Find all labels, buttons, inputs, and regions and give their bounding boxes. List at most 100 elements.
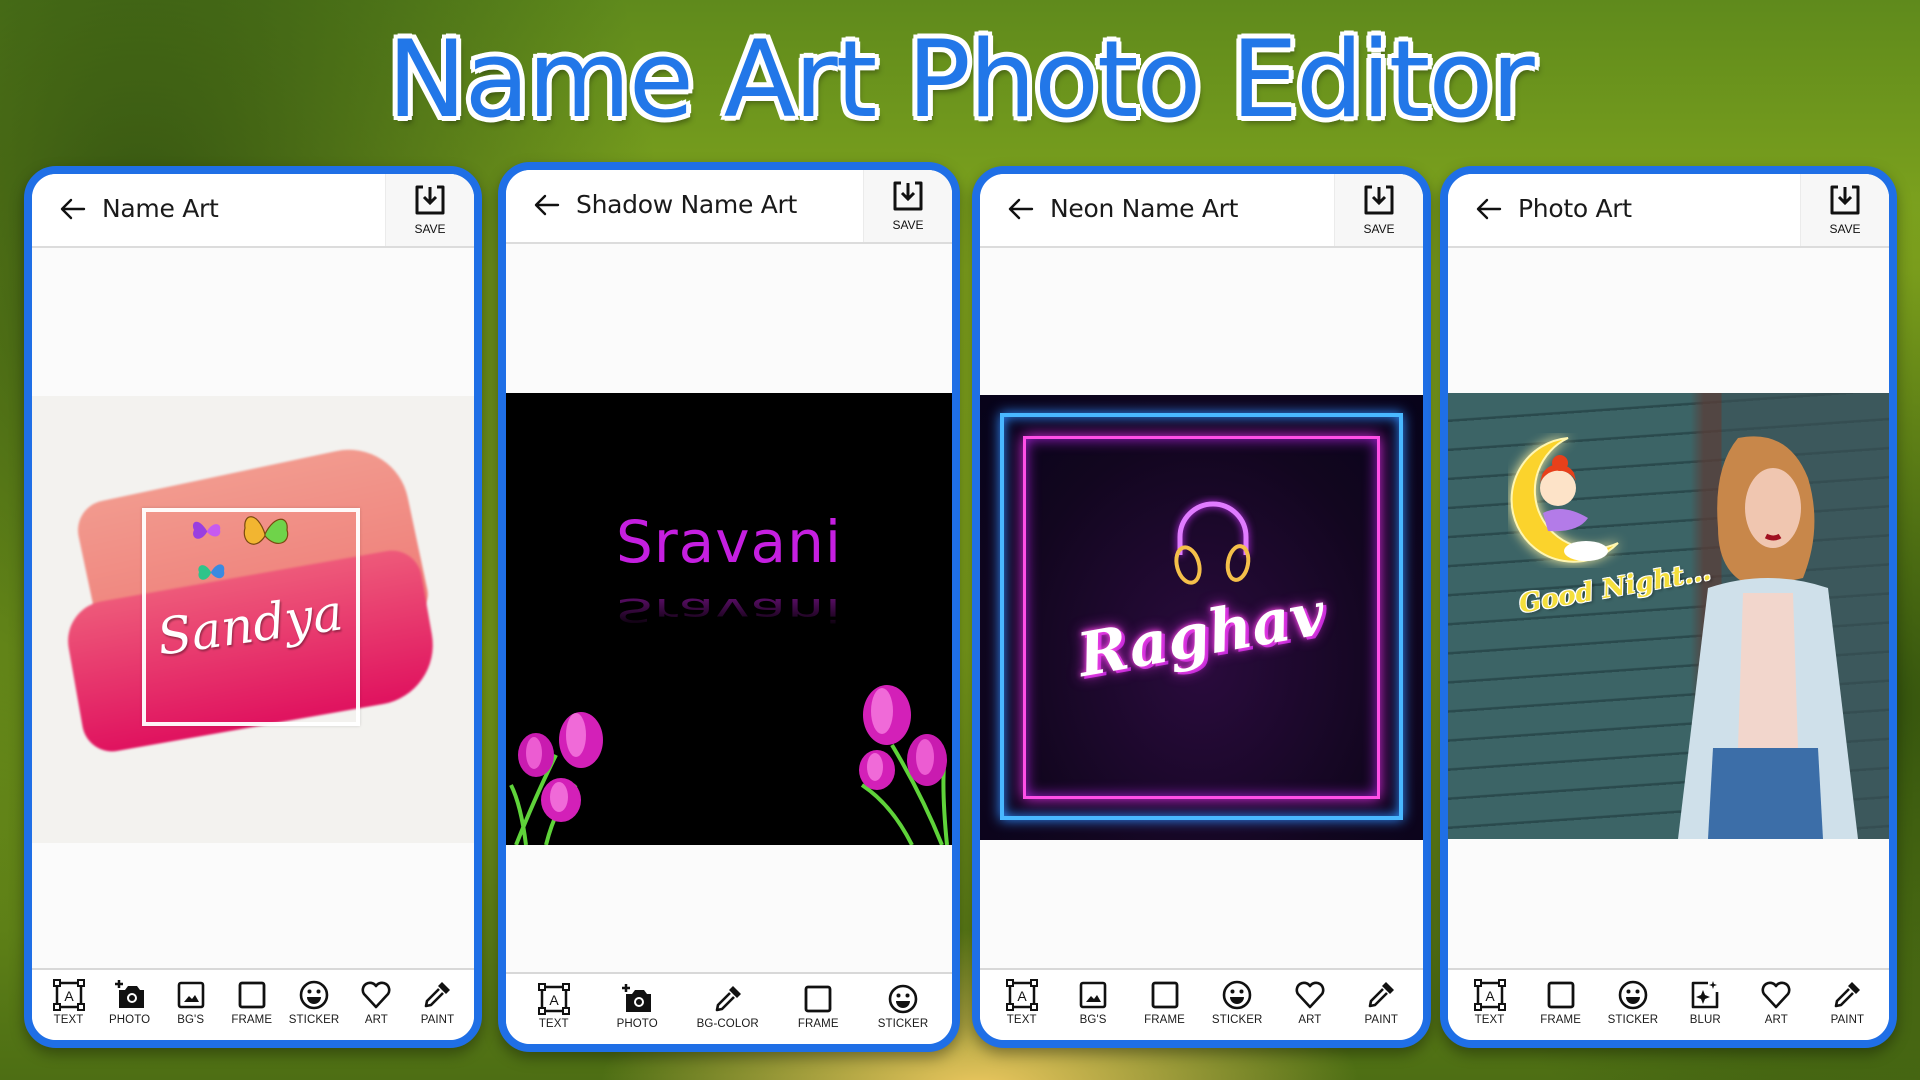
tool-label: STICKER — [877, 1018, 929, 1030]
smiley-icon — [1222, 980, 1252, 1010]
tool-label: PAINT — [1830, 1014, 1865, 1026]
screen-title: Name Art — [102, 194, 219, 223]
svg-text:A: A — [1485, 988, 1495, 1004]
tool-label: TEXT — [538, 1018, 569, 1030]
smiley-icon — [299, 980, 329, 1010]
svg-text:A: A — [1017, 988, 1027, 1004]
butterfly-icon — [192, 521, 221, 539]
screen-title: Shadow Name Art — [576, 190, 797, 219]
moon-sticker[interactable] — [1508, 433, 1628, 568]
banner-title: Name Art Photo Editor — [387, 18, 1535, 141]
download-icon — [1364, 185, 1394, 215]
tool-paint[interactable]: PAINT — [1823, 970, 1871, 1026]
tool-bgs[interactable]: BG'S — [1069, 970, 1117, 1026]
tool-label: STICKER — [288, 1014, 340, 1026]
tool-photo[interactable]: PHOTO — [106, 970, 154, 1026]
tool-art[interactable]: ART — [1752, 970, 1800, 1026]
bottom-toolbar: A TEXT PHOTO BG'S FRAME STICKER ART PAINT — [32, 968, 474, 1040]
editor-canvas[interactable]: Sravani Sravani — [506, 244, 952, 972]
tool-label: ART — [1298, 1014, 1322, 1026]
photo-art-image[interactable]: Good Night... — [1448, 393, 1889, 839]
eyedropper-icon — [1835, 982, 1861, 1008]
tool-bg-color[interactable]: BG-COLOR — [697, 974, 759, 1030]
tool-sticker[interactable]: STICKER — [1608, 970, 1659, 1026]
tool-frame[interactable]: FRAME — [228, 970, 276, 1026]
frame-icon — [804, 985, 832, 1013]
editor-canvas[interactable]: Raghav — [980, 248, 1423, 968]
art-name-text[interactable]: Sravani — [506, 508, 952, 576]
heart-icon — [1295, 981, 1325, 1009]
butterfly-icon — [243, 516, 289, 545]
tool-label: FRAME — [1144, 1014, 1185, 1026]
back-arrow-icon[interactable] — [1474, 194, 1504, 224]
image-icon — [177, 981, 204, 1009]
svg-text:A: A — [64, 988, 74, 1004]
tool-bgs[interactable]: BG'S — [167, 970, 215, 1026]
tool-sticker[interactable]: STICKER — [289, 970, 340, 1026]
butterfly-icon — [198, 564, 225, 580]
heart-icon — [1761, 981, 1791, 1009]
text-box-icon: A — [1473, 979, 1506, 1011]
add-photo-icon — [622, 984, 652, 1012]
frame-icon — [1547, 981, 1574, 1009]
screen-title: Photo Art — [1518, 194, 1632, 223]
tool-label: TEXT — [1474, 1014, 1505, 1026]
tool-text[interactable]: A TEXT — [1466, 970, 1514, 1026]
tool-label: BG'S — [1079, 1014, 1107, 1026]
bottom-toolbar: A TEXT PHOTO BG-COLOR FRAME STICKER — [506, 972, 952, 1044]
tool-frame[interactable]: FRAME — [1537, 970, 1585, 1026]
tool-sticker[interactable]: STICKER — [878, 974, 929, 1030]
flower-decoration — [859, 685, 949, 845]
eyedropper-icon — [425, 982, 451, 1008]
save-label: SAVE — [414, 222, 446, 236]
tool-label: TEXT — [53, 1014, 84, 1026]
screen-title: Neon Name Art — [1050, 194, 1239, 223]
bottom-toolbar: A TEXT FRAME STICKER BLUR ART PAINT — [1448, 968, 1889, 1040]
app-header: Photo Art SAVE — [1448, 174, 1889, 248]
add-photo-icon — [114, 980, 144, 1008]
save-button[interactable]: SAVE — [385, 174, 474, 246]
text-box-icon: A — [1005, 979, 1038, 1011]
blur-sparkle-icon — [1691, 981, 1719, 1009]
tool-frame[interactable]: FRAME — [794, 974, 842, 1030]
save-button[interactable]: SAVE — [863, 170, 952, 242]
tool-paint[interactable]: PAINT — [413, 970, 461, 1026]
tool-sticker[interactable]: STICKER — [1212, 970, 1263, 1026]
art-name-reflection: Sravani — [616, 591, 842, 629]
woman-photo — [1678, 436, 1858, 839]
tool-art[interactable]: ART — [1286, 970, 1334, 1026]
tool-photo[interactable]: PHOTO — [613, 974, 661, 1030]
phone-screen-neon-name-art: Neon Name Art SAVE Raghav A TEXT BG'S FRA… — [972, 166, 1431, 1048]
phone-screen-shadow-name-art: Shadow Name Art SAVE Sravani Sravani ATE… — [498, 162, 960, 1052]
download-icon — [415, 185, 445, 215]
tool-label: STICKER — [1211, 1014, 1263, 1026]
smiley-icon — [888, 984, 918, 1014]
tool-frame[interactable]: FRAME — [1141, 970, 1189, 1026]
save-button[interactable]: SAVE — [1334, 174, 1423, 246]
smiley-icon — [1618, 980, 1648, 1010]
tool-text[interactable]: A TEXT — [530, 974, 578, 1030]
editor-canvas[interactable]: Good Night... — [1448, 248, 1889, 968]
save-button[interactable]: SAVE — [1800, 174, 1889, 246]
back-arrow-icon[interactable] — [1006, 194, 1036, 224]
tool-blur[interactable]: BLUR — [1681, 970, 1729, 1026]
tool-text[interactable]: A TEXT — [45, 970, 93, 1026]
tool-art[interactable]: ART — [352, 970, 400, 1026]
save-label: SAVE — [1363, 222, 1395, 236]
editor-canvas[interactable]: Sandya — [32, 248, 474, 968]
back-arrow-icon[interactable] — [532, 190, 562, 220]
back-arrow-icon[interactable] — [58, 194, 88, 224]
tool-label: BLUR — [1689, 1014, 1721, 1026]
tool-label: PAINT — [420, 1014, 455, 1026]
tool-paint[interactable]: PAINT — [1357, 970, 1405, 1026]
tool-text[interactable]: A TEXT — [998, 970, 1046, 1026]
neon-name-art-image[interactable]: Raghav — [980, 395, 1423, 840]
bottom-toolbar: A TEXT BG'S FRAME STICKER ART PAINT — [980, 968, 1423, 1040]
name-art-image[interactable]: Sandya — [32, 396, 474, 843]
shadow-name-art-image[interactable]: Sravani Sravani — [506, 393, 952, 845]
tool-label: FRAME — [797, 1018, 839, 1030]
tool-label: FRAME — [231, 1014, 273, 1026]
download-icon — [1830, 185, 1860, 215]
tool-label: STICKER — [1607, 1014, 1659, 1026]
frame-icon — [238, 981, 266, 1009]
